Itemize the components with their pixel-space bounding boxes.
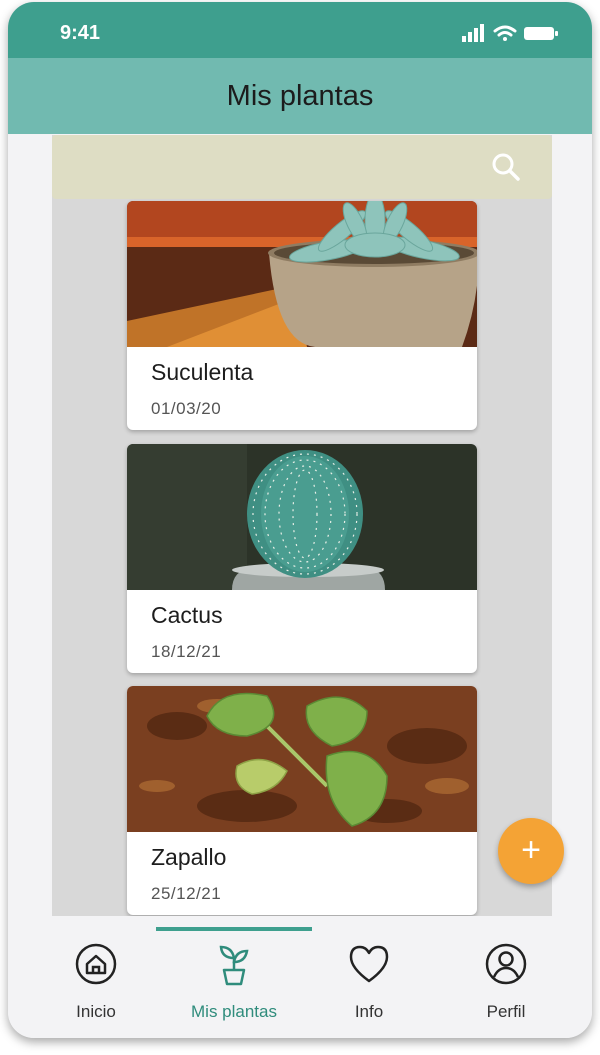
- plant-name: Cactus: [151, 602, 223, 628]
- plant-card[interactable]: Zapallo 25/12/21: [127, 686, 477, 915]
- plant-name: Suculenta: [151, 359, 254, 385]
- profile-icon: [485, 943, 527, 985]
- plant-date: 25/12/21: [151, 884, 222, 903]
- plant-date: 18/12/21: [151, 642, 222, 661]
- cactus-photo: [127, 444, 477, 590]
- search-icon[interactable]: [490, 151, 522, 183]
- nav-item-perfil[interactable]: Perfil: [441, 936, 571, 1028]
- page-title: Mis plantas: [226, 80, 374, 112]
- nav-item-inicio[interactable]: Inicio: [31, 936, 161, 1028]
- plant-date: 01/03/20: [151, 399, 222, 418]
- status-icons: [462, 24, 558, 42]
- nav-label: Inicio: [76, 1002, 116, 1021]
- nav-label: Mis plantas: [191, 1002, 277, 1021]
- active-tab-indicator: [156, 927, 312, 931]
- plant-name: Zapallo: [151, 844, 227, 870]
- status-time: 9:41: [60, 22, 101, 44]
- plant-list-area[interactable]: Suculenta 01/03/20 Cactus 18/12/21 Zapal…: [52, 135, 552, 925]
- battery-icon: [524, 27, 558, 40]
- nav-label: Info: [354, 1002, 384, 1021]
- app-bar: Mis plantas: [8, 58, 592, 134]
- heart-icon: [349, 945, 389, 983]
- wifi-icon: [493, 25, 517, 41]
- search-bar[interactable]: [52, 135, 552, 199]
- nav-item-mis-plantas[interactable]: Mis plantas: [169, 936, 299, 1028]
- plant-card[interactable]: Cactus 18/12/21: [127, 444, 477, 673]
- phone-screen: 9:41 Mis plantas Suculenta 01/03/20 Cact…: [8, 2, 592, 1038]
- plus-icon: +: [521, 831, 541, 869]
- bottom-nav: Inicio Mis plantas Info Perfil: [8, 916, 592, 1038]
- plant-pot-icon: [219, 945, 249, 986]
- succulent-photo: [127, 201, 477, 347]
- plant-card[interactable]: Suculenta 01/03/20: [127, 201, 477, 430]
- nav-item-info[interactable]: Info: [304, 936, 434, 1028]
- nav-label: Perfil: [486, 1002, 526, 1021]
- home-icon: [75, 943, 117, 985]
- signal-icon: [462, 24, 484, 42]
- pumpkin-seedling-photo: [127, 686, 477, 832]
- status-bar: 9:41: [8, 2, 592, 58]
- add-plant-button[interactable]: +: [498, 818, 564, 884]
